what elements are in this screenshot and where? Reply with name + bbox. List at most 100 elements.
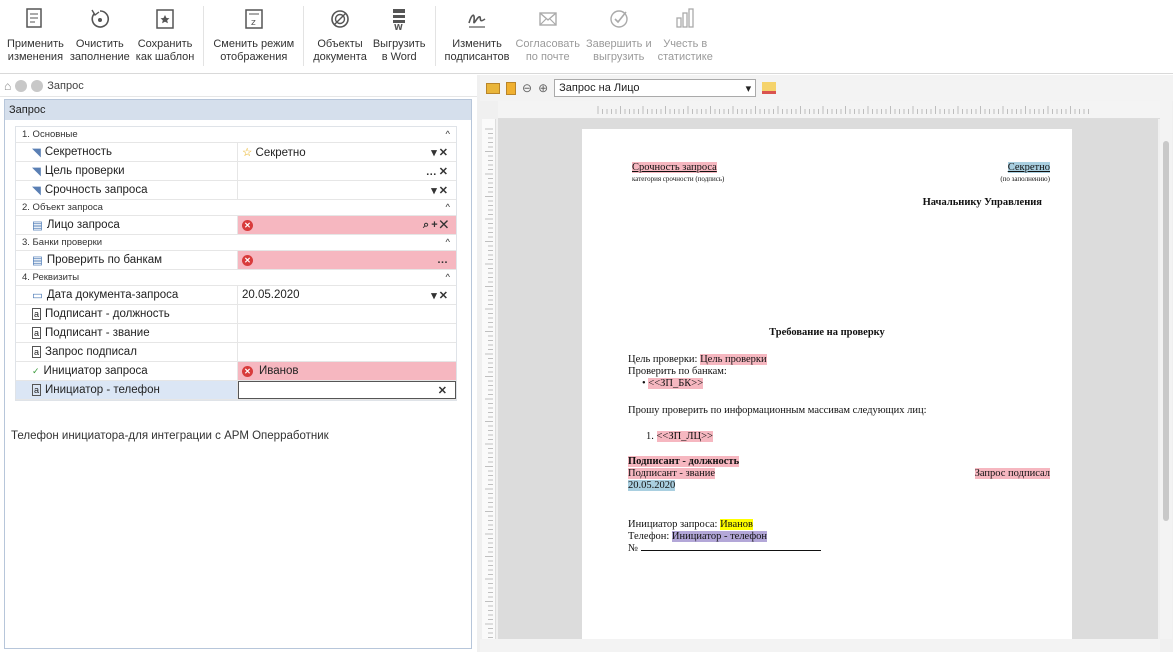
row-initiator[interactable]: ✓ Инициатор запроса ✕ Иванов — [16, 362, 456, 381]
dropdown-clear-actions[interactable]: ▾✕ — [431, 289, 450, 302]
doc-signed-by: Запрос подписал — [974, 468, 1050, 479]
apply-changes-button[interactable]: Применить изменения — [4, 0, 67, 64]
doc-secret-note: (по заполнению) — [1000, 175, 1050, 183]
row-signed-by[interactable]: a Запрос подписал — [16, 343, 456, 362]
check-circle-icon — [602, 4, 636, 34]
collapse-icon[interactable]: ^ — [446, 202, 450, 213]
row-date[interactable]: ▭ Дата документа-запроса 20.05.2020 ▾✕ — [16, 286, 456, 305]
page-icon[interactable] — [506, 81, 516, 95]
person-value[interactable]: ✕ ⌕+✕ — [238, 216, 456, 234]
row-urgency[interactable]: ◥ Срочность запроса ▾✕ — [16, 181, 456, 200]
edit-icon[interactable] — [762, 82, 777, 94]
signers-icon — [460, 4, 494, 34]
finish-export-button[interactable]: Завершить и выгрузить — [583, 0, 655, 64]
group-object[interactable]: 2. Объект запроса ^ — [16, 200, 456, 216]
doc-signer-position: Подписант - должность — [628, 456, 740, 467]
table-icon: ▤ — [32, 220, 43, 232]
document-objects-button[interactable]: Объекты документа — [310, 0, 370, 64]
calendar-icon: ▭ — [32, 290, 43, 302]
secrecy-value[interactable]: ☆ Секретно ▾✕ — [238, 143, 456, 161]
tag-icon: ◥ — [32, 185, 41, 197]
change-signers-button[interactable]: Изменить подписантов — [442, 0, 513, 64]
mail-icon — [531, 4, 565, 34]
zoom-out-icon[interactable]: ⊖ — [522, 81, 532, 95]
initiator-phone-input[interactable]: ✕ — [238, 381, 456, 399]
error-icon: ✕ — [242, 254, 253, 266]
row-person[interactable]: ▤ Лицо запроса ✕ ⌕+✕ — [16, 216, 456, 235]
panel-title: Запрос — [5, 100, 471, 120]
signed-by-value[interactable] — [238, 343, 456, 361]
search-add-clear-actions[interactable]: ⌕+✕ — [423, 219, 450, 232]
row-initiator-phone[interactable]: a Инициатор - телефон ✕ — [16, 381, 456, 400]
back-icon[interactable] — [15, 79, 28, 92]
urgency-value[interactable]: ▾✕ — [238, 181, 456, 199]
error-icon: ✕ — [242, 365, 253, 377]
svg-text:W: W — [394, 23, 403, 31]
doc-signer-rank: Подписант - звание — [628, 468, 716, 479]
folder-icon[interactable] — [486, 82, 500, 94]
clear-icon[interactable]: ✕ — [438, 384, 449, 397]
ellipsis-button[interactable]: … — [437, 254, 450, 266]
export-word-button[interactable]: W Выгрузить в Word — [370, 0, 429, 64]
doc-secret: Секретно — [1007, 162, 1050, 173]
group-basic[interactable]: 1. Основные ^ — [16, 127, 456, 143]
collapse-icon[interactable]: ^ — [446, 237, 450, 248]
dropdown-clear-actions[interactable]: ▾✕ — [431, 184, 450, 197]
collapse-icon[interactable]: ^ — [446, 129, 450, 140]
objects-icon — [323, 4, 357, 34]
toolbar-separator — [434, 6, 436, 66]
row-signer-rank[interactable]: a Подписант - звание — [16, 324, 456, 343]
save-template-icon — [148, 4, 182, 34]
horizontal-scrollbar[interactable] — [480, 639, 1160, 652]
breadcrumb: ⌂ Запрос — [0, 75, 477, 97]
group-banks[interactable]: 3. Банки проверки ^ — [16, 235, 456, 251]
doc-phone-label: Телефон: — [628, 531, 670, 542]
approve-by-mail-button[interactable]: Согласовать по почте — [512, 0, 582, 64]
ellipsis-clear-actions[interactable]: …✕ — [426, 165, 450, 178]
document-canvas: Срочность запроса категория срочности (п… — [498, 119, 1158, 639]
date-value[interactable]: 20.05.2020 ▾✕ — [238, 286, 456, 304]
scroll-thumb[interactable] — [1163, 141, 1169, 521]
home-icon[interactable]: ⌂ — [4, 79, 11, 93]
banks-value[interactable]: ✕… — [238, 251, 456, 269]
chevron-down-icon: ▾ — [745, 82, 752, 95]
star-icon: ☆ — [242, 147, 253, 159]
preview-toolbar: ⊖ ⊕ Запрос на Лицо ▾ — [480, 75, 1173, 101]
collapse-icon[interactable]: ^ — [446, 272, 450, 283]
forward-icon[interactable] — [31, 79, 44, 92]
signer-rank-value[interactable] — [238, 324, 456, 342]
doc-initiator-label: Инициатор запроса: — [628, 519, 718, 530]
doc-request-text: Прошу проверить по информационным массив… — [628, 405, 927, 416]
text-field-icon: a — [32, 308, 42, 320]
document-preview-panel: ⊖ ⊕ Запрос на Лицо ▾ Срочность запроса ка… — [480, 75, 1173, 652]
zoom-in-icon[interactable]: ⊕ — [538, 81, 548, 95]
row-signer-position[interactable]: a Подписант - должность — [16, 305, 456, 324]
count-statistics-button[interactable]: Учесть в статистике — [655, 0, 716, 64]
properties-panel: ⌂ Запрос Запрос 1. Основные ^ ◥ Секретност… — [0, 75, 477, 652]
error-icon: ✕ — [242, 219, 253, 231]
row-goal[interactable]: ◥ Цель проверки …✕ — [16, 162, 456, 181]
text-field-icon: a — [32, 384, 42, 396]
dropdown-clear-actions[interactable]: ▾✕ — [431, 146, 450, 159]
field-description: Телефон инициатора-для интеграции с АРМ … — [11, 430, 329, 442]
goal-value[interactable]: …✕ — [238, 162, 456, 180]
spellcheck-icon: ✓ — [32, 365, 40, 376]
row-secrecy[interactable]: ◥ Секретность ☆ Секретно ▾✕ — [16, 143, 456, 162]
ribbon-toolbar: Применить изменения Очистить заполнение … — [0, 0, 1173, 74]
doc-title: Требование на проверку — [769, 327, 885, 338]
doc-urgency-note: категория срочности (подпись) — [632, 175, 725, 183]
clear-fill-button[interactable]: Очистить заполнение — [67, 0, 133, 64]
row-banks[interactable]: ▤ Проверить по банкам ✕… — [16, 251, 456, 270]
table-icon: ▤ — [32, 255, 43, 267]
doc-addressee: Начальнику Управления — [922, 197, 1042, 208]
group-details[interactable]: 4. Реквизиты ^ — [16, 270, 456, 286]
word-export-icon: W — [382, 4, 416, 34]
toolbar-separator — [303, 6, 305, 66]
vertical-scrollbar[interactable] — [1160, 101, 1172, 639]
template-select[interactable]: Запрос на Лицо ▾ — [554, 79, 757, 97]
save-template-button[interactable]: Сохранить как шаблон — [133, 0, 198, 64]
signer-position-value[interactable] — [238, 305, 456, 323]
doc-number-line — [640, 550, 821, 551]
initiator-value[interactable]: ✕ Иванов — [238, 362, 456, 380]
view-mode-button[interactable]: z Сменить режим отображения — [210, 0, 297, 64]
